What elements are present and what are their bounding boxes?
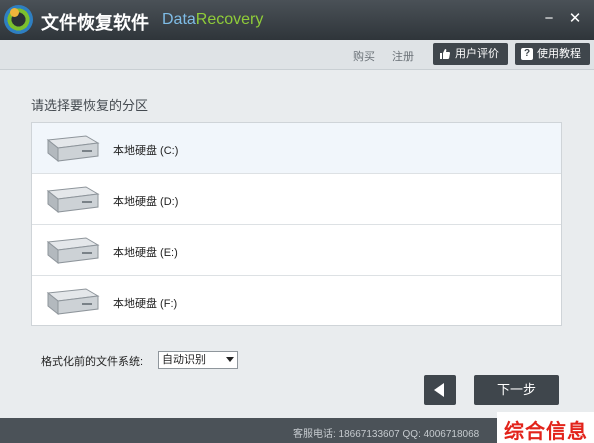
app-title: 文件恢复软件 — [41, 13, 149, 33]
tutorial-label: 使用教程 — [537, 48, 581, 60]
drive-item-e[interactable]: 本地硬盘 (E:) — [32, 225, 561, 276]
hard-drive-icon — [46, 135, 100, 163]
next-button[interactable]: 下一步 — [474, 375, 559, 405]
thumbs-up-icon — [439, 48, 451, 60]
app-title-en: DataRecovery — [162, 11, 263, 29]
register-link[interactable]: 注册 — [392, 48, 414, 64]
buy-link[interactable]: 购买 — [353, 48, 375, 64]
app-title-en-recovery: Recovery — [195, 11, 264, 28]
drive-label-e: 本地硬盘 (E:) — [113, 247, 178, 259]
support-contact: 客服电话: 18667133607 QQ: 4006718068 — [293, 429, 480, 440]
filesystem-label: 格式化前的文件系统: — [41, 356, 144, 368]
tutorial-button[interactable]: ? 使用教程 — [515, 43, 590, 65]
app-title-en-data: Data — [162, 11, 196, 28]
close-button[interactable]: ✕ — [565, 9, 585, 29]
app-logo-icon — [4, 5, 33, 34]
hard-drive-icon — [46, 237, 100, 265]
title-bar: 文件恢复软件 DataRecovery − ✕ — [0, 0, 594, 40]
back-button[interactable] — [424, 375, 456, 405]
drive-label-f: 本地硬盘 (F:) — [113, 298, 178, 310]
filesystem-select-value: 自动识别 — [162, 354, 206, 366]
drive-label-d: 本地硬盘 (D:) — [113, 196, 179, 208]
drive-item-f[interactable]: 本地硬盘 (F:) — [32, 276, 561, 327]
user-review-label: 用户评价 — [455, 48, 499, 60]
chevron-down-icon — [226, 357, 234, 362]
back-arrow-icon — [434, 383, 444, 397]
partition-prompt: 请选择要恢复的分区 — [31, 98, 149, 113]
toolbar: 购买 注册 用户评价 ? 使用教程 — [0, 40, 594, 70]
minimize-button[interactable]: − — [539, 9, 559, 29]
filesystem-select[interactable]: 自动识别 — [158, 351, 238, 369]
user-review-button[interactable]: 用户评价 — [433, 43, 508, 65]
hard-drive-icon — [46, 288, 100, 316]
drive-label-c: 本地硬盘 (C:) — [113, 145, 179, 157]
watermark-text: 综合信息 — [504, 421, 588, 443]
help-icon: ? — [521, 48, 533, 60]
partition-list: 本地硬盘 (C:) 本地硬盘 (D:) 本地硬盘 (E:) 本地硬盘 (F:) — [31, 122, 562, 326]
drive-item-c[interactable]: 本地硬盘 (C:) — [32, 123, 561, 174]
watermark: 综合信息 — [497, 412, 594, 443]
hard-drive-icon — [46, 186, 100, 214]
drive-item-d[interactable]: 本地硬盘 (D:) — [32, 174, 561, 225]
